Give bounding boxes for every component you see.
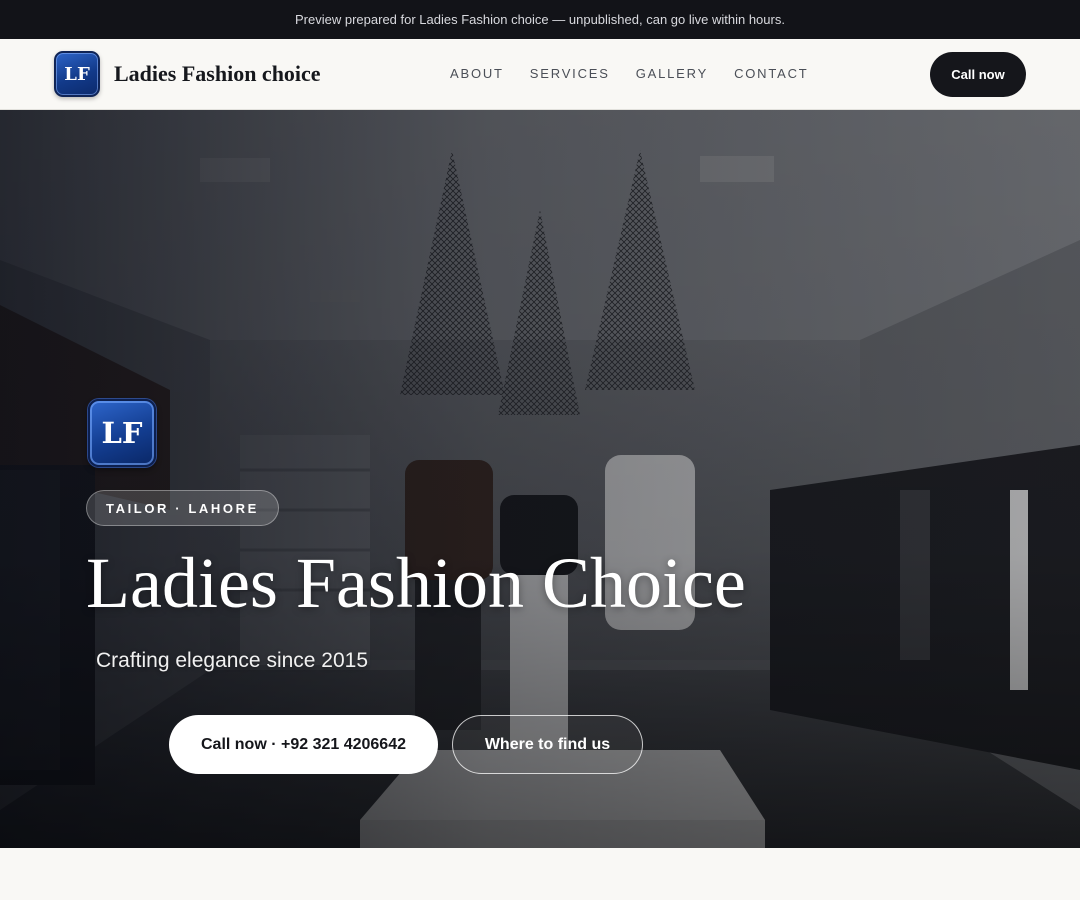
hero-location-button[interactable]: Where to find us: [452, 715, 643, 774]
hero-title: Ladies Fashion Choice: [86, 543, 746, 623]
hero-eyebrow-text: TAILOR · LAHORE: [106, 500, 259, 516]
site-header: LF Ladies Fashion choice About Services …: [0, 39, 1080, 110]
preview-banner: Preview prepared for Ladies Fashion choi…: [0, 0, 1080, 39]
hero-eyebrow-badge: TAILOR · LAHORE: [86, 490, 279, 526]
hero-logo-initials: LF: [101, 416, 143, 450]
header-call-button[interactable]: Call now: [930, 52, 1026, 97]
next-section: [0, 848, 1080, 900]
nav-gallery[interactable]: Gallery: [636, 66, 708, 81]
hero-call-button[interactable]: Call now · +92 321 4206642: [169, 715, 438, 774]
main-nav: About Services Gallery Contact: [450, 66, 835, 81]
brand-logo-initials: LF: [64, 63, 90, 85]
nav-contact[interactable]: Contact: [734, 66, 808, 81]
hero-section: LF TAILOR · LAHORE Ladies Fashion Choice…: [0, 110, 1080, 848]
hero-subtitle: Crafting elegance since 2015: [96, 649, 369, 672]
brand-home-link[interactable]: LF Ladies Fashion choice: [54, 51, 321, 97]
brand-logo: LF: [54, 51, 100, 97]
nav-about[interactable]: About: [450, 66, 504, 81]
nav-services[interactable]: Services: [530, 66, 610, 81]
preview-banner-text: Preview prepared for Ladies Fashion choi…: [295, 12, 785, 27]
hero-logo: LF: [88, 399, 156, 467]
brand-name: Ladies Fashion choice: [114, 61, 321, 86]
